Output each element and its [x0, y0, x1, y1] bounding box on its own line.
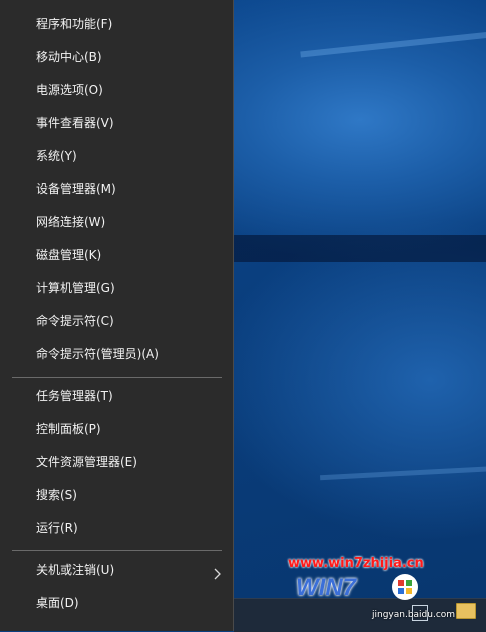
watermark-subtext: jingyan.baidu.com	[372, 610, 456, 620]
windows-flag-icon	[392, 574, 418, 600]
menu-item-device-manager[interactable]: 设备管理器(M)	[0, 173, 233, 206]
wallpaper-light-streak	[300, 28, 486, 58]
menu-item-file-explorer[interactable]: 文件资源管理器(E)	[0, 446, 233, 479]
menu-item-desktop[interactable]: 桌面(D)	[0, 587, 233, 620]
menu-separator	[12, 377, 222, 378]
menu-item-computer-management[interactable]: 计算机管理(G)	[0, 272, 233, 305]
menu-item-network-connections[interactable]: 网络连接(W)	[0, 206, 233, 239]
menu-item-control-panel[interactable]: 控制面板(P)	[0, 413, 233, 446]
watermark-logo: WIN7	[296, 574, 356, 601]
menu-item-disk-management[interactable]: 磁盘管理(K)	[0, 239, 233, 272]
menu-item-command-prompt-admin[interactable]: 命令提示符(管理员)(A)	[0, 338, 233, 371]
file-explorer-icon[interactable]	[456, 603, 476, 619]
power-user-menu: 程序和功能(F) 移动中心(B) 电源选项(O) 事件查看器(V) 系统(Y) …	[0, 0, 234, 631]
menu-item-power-options[interactable]: 电源选项(O)	[0, 74, 233, 107]
menu-item-search[interactable]: 搜索(S)	[0, 479, 233, 512]
menu-item-task-manager[interactable]: 任务管理器(T)	[0, 380, 233, 413]
menu-item-run[interactable]: 运行(R)	[0, 512, 233, 545]
chevron-right-icon	[214, 568, 222, 583]
watermark-url: www.win7zhijia.cn	[288, 556, 424, 571]
menu-item-system[interactable]: 系统(Y)	[0, 140, 233, 173]
menu-item-programs-features[interactable]: 程序和功能(F)	[0, 8, 233, 41]
menu-separator	[12, 550, 222, 551]
menu-item-command-prompt[interactable]: 命令提示符(C)	[0, 305, 233, 338]
menu-item-shutdown-signout[interactable]: 关机或注销(U)	[0, 554, 233, 587]
wallpaper-light-streak	[320, 464, 486, 481]
menu-item-event-viewer[interactable]: 事件查看器(V)	[0, 107, 233, 140]
menu-item-mobility-center[interactable]: 移动中心(B)	[0, 41, 233, 74]
